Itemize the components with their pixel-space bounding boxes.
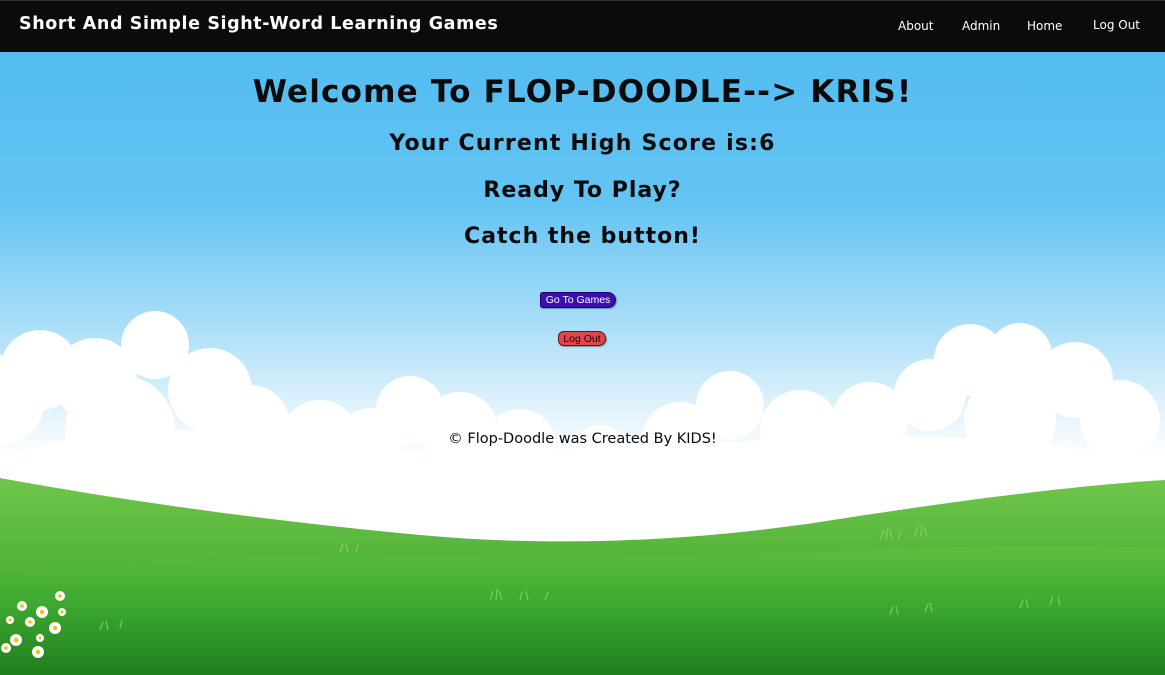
ready-prompt: Ready To Play? xyxy=(483,178,682,203)
welcome-heading: Welcome To FLOP-DOODLE--> KRIS! xyxy=(252,74,913,110)
footer-credit: © Flop-Doodle was Created By KIDS! xyxy=(448,431,717,447)
brand-title[interactable]: Short And Simple Sight-Word Learning Gam… xyxy=(19,14,498,34)
go-to-games-button[interactable]: Go To Games xyxy=(540,292,616,308)
catch-prompt: Catch the button! xyxy=(464,224,701,249)
nav-link-admin[interactable]: Admin xyxy=(962,19,1000,33)
navbar: Short And Simple Sight-Word Learning Gam… xyxy=(0,0,1165,52)
high-score-line: Your Current High Score is:6 xyxy=(0,131,1165,156)
hill-front xyxy=(0,546,1165,675)
nav-link-home[interactable]: Home xyxy=(1027,19,1062,33)
high-score-label: Your Current High Score is: xyxy=(389,131,760,156)
nav-link-about[interactable]: About xyxy=(898,19,933,33)
high-score-value: 6 xyxy=(759,131,776,156)
logout-button[interactable]: Log Out xyxy=(558,331,606,346)
nav-link-logout[interactable]: Log Out xyxy=(1093,18,1140,32)
